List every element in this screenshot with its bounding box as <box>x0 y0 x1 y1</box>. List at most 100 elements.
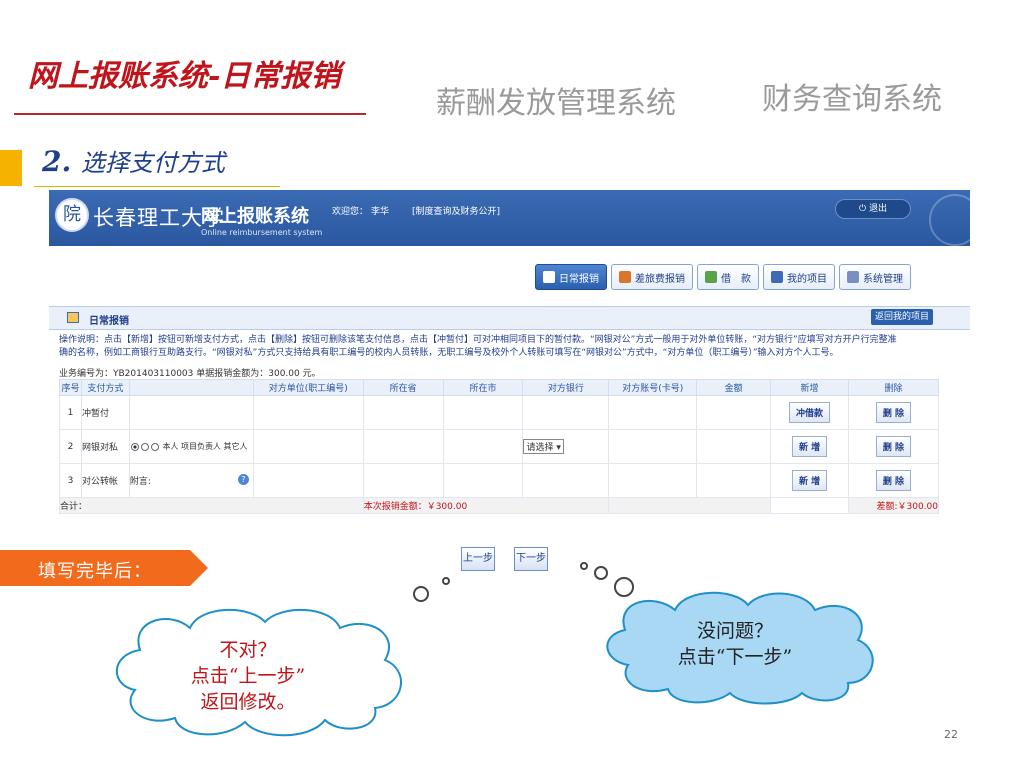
cell: 删 除 <box>848 463 939 498</box>
cell <box>128 395 254 430</box>
table-row: 3 对公转帐 附言: ? 新 增 删 除 <box>59 463 939 498</box>
add-button[interactable]: 新 增 <box>791 470 828 491</box>
tab-loan[interactable]: 借 款 <box>697 264 759 290</box>
cloud-line: 没问题？ <box>696 620 773 642</box>
total-row: 合计： 本次报销金额：￥300.00 差额:￥300.00 <box>59 497 939 514</box>
payee-type-labels: 本人 项目负责人 其它人 <box>162 442 248 451</box>
cloud-line: 点击“下一步” <box>677 646 793 668</box>
row-number: 1 <box>59 395 82 430</box>
instructions-line: 确的名称，例如工商银行互助路支行。“网银对私”方式只支持给具有职工编号的校内人员… <box>59 348 839 358</box>
cell <box>770 497 849 514</box>
user-name: 李华 <box>371 207 390 217</box>
add-button[interactable]: 新 增 <box>791 436 828 457</box>
tab-label: 差旅费报销 <box>635 273 685 285</box>
table-row: 2 网银对私 本人 项目负责人 其它人 请选择 ▾ 新 增 删 除 <box>59 429 939 464</box>
cell[interactable] <box>696 463 772 498</box>
cell[interactable] <box>442 395 524 430</box>
title-underline <box>14 113 366 115</box>
thought-dot <box>594 566 608 580</box>
col-header: 支付方式 <box>80 379 130 396</box>
delete-button[interactable]: 删 除 <box>875 402 912 423</box>
col-header: 所在市 <box>442 379 524 396</box>
thought-dot <box>580 562 588 570</box>
next-step-button[interactable]: 下一步 <box>514 547 548 571</box>
tab-label: 日常报销 <box>559 273 599 285</box>
radio-project-leader[interactable] <box>140 442 149 451</box>
tab-label: 借 款 <box>721 273 751 285</box>
cell[interactable] <box>252 463 364 498</box>
cloud-left-text: 不对？ 点击“上一步” 返回修改。 <box>148 637 348 715</box>
cell: 请选择 ▾ <box>522 429 610 464</box>
logout-button[interactable]: ⏻ 退出 <box>835 199 911 219</box>
money-icon <box>705 271 717 283</box>
list-icon <box>771 271 783 283</box>
step-text: 选择支付方式 <box>80 149 225 177</box>
radio-self[interactable] <box>130 442 139 451</box>
offset-advance-button[interactable]: 冲借款 <box>789 402 831 423</box>
cell[interactable] <box>362 463 444 498</box>
cell[interactable] <box>362 395 444 430</box>
col-header: 金额 <box>696 379 772 396</box>
module-tabs: 日常报销 差旅费报销 借 款 我的项目 系统管理 <box>535 264 911 290</box>
bank-select[interactable]: 请选择 ▾ <box>523 439 564 454</box>
app-header: 院 长春理工大学 网上报账系统 Online reimbursement sys… <box>49 190 981 246</box>
cloud-line: 返回修改。 <box>200 691 296 713</box>
col-header: 对方账号(卡号) <box>608 379 698 396</box>
nav-finance-system[interactable]: 财务查询系统 <box>762 74 942 118</box>
back-to-projects-button[interactable]: 返回我的项目 <box>871 309 934 325</box>
delete-button[interactable]: 删 除 <box>875 470 912 491</box>
delete-button[interactable]: 删 除 <box>875 436 912 457</box>
table-row: 1 冲暂付 冲借款 删 除 <box>59 395 939 430</box>
cell[interactable] <box>252 395 364 430</box>
step-heading: 2. 选择支付方式 <box>42 143 225 178</box>
tab-admin[interactable]: 系统管理 <box>839 264 911 290</box>
col-header: 对方单位(职工编号) <box>252 379 364 396</box>
document-icon <box>543 271 555 283</box>
cell: 删 除 <box>848 429 939 464</box>
slide-title: 网上报账系统-日常报销 <box>28 59 341 94</box>
cell[interactable] <box>696 395 772 430</box>
admin-icon <box>847 271 859 283</box>
power-icon: ⏻ <box>858 204 867 214</box>
col-header: 对方银行 <box>522 379 610 396</box>
logout-label: 退出 <box>868 204 887 214</box>
tab-daily[interactable]: 日常报销 <box>535 264 607 290</box>
step-number: 2. <box>42 145 72 178</box>
help-icon[interactable]: ? <box>237 474 249 485</box>
cell[interactable] <box>442 463 524 498</box>
cell: 删 除 <box>848 395 939 430</box>
thought-dot <box>442 577 450 585</box>
nav-salary-system[interactable]: 薪酬发放管理系统 <box>436 78 676 122</box>
chevron-down-icon: ▾ <box>556 443 561 453</box>
cell[interactable] <box>608 395 698 430</box>
payment-method: 对公转帐 <box>80 463 130 498</box>
cell[interactable] <box>362 429 444 464</box>
cell[interactable] <box>608 429 698 464</box>
welcome-label: 欢迎您： <box>332 207 369 217</box>
radio-other[interactable] <box>150 442 159 451</box>
tab-projects[interactable]: 我的项目 <box>763 264 835 290</box>
table-header: 序号 支付方式 对方单位(职工编号) 所在省 所在市 对方银行 对方账号(卡号)… <box>59 379 939 396</box>
university-seal-icon: 院 <box>55 198 89 232</box>
previous-step-button[interactable]: 上一步 <box>461 547 495 571</box>
policy-link[interactable]: [制度查询及财务公开] <box>412 204 500 217</box>
cell[interactable] <box>252 429 364 464</box>
cell[interactable] <box>522 395 610 430</box>
remark-label: 附言: <box>129 477 151 487</box>
payment-method: 网银对私 <box>80 429 130 464</box>
cell[interactable] <box>608 463 698 498</box>
cell[interactable] <box>522 463 610 498</box>
app-window: 院 长春理工大学 网上报账系统 Online reimbursement sys… <box>49 190 981 532</box>
section-title: 日常报销 <box>89 316 129 327</box>
watermark-seal-icon <box>929 194 981 246</box>
cell[interactable] <box>442 429 524 464</box>
page-number: 22 <box>944 728 958 741</box>
step-underline <box>34 186 280 187</box>
tab-travel[interactable]: 差旅费报销 <box>611 264 693 290</box>
total-label: 合计： <box>59 497 364 514</box>
payment-method: 冲暂付 <box>80 395 130 430</box>
cell: 新 增 <box>770 463 849 498</box>
cell[interactable] <box>696 429 772 464</box>
tab-label: 系统管理 <box>863 273 903 285</box>
system-name-en: Online reimbursement system <box>201 228 323 237</box>
